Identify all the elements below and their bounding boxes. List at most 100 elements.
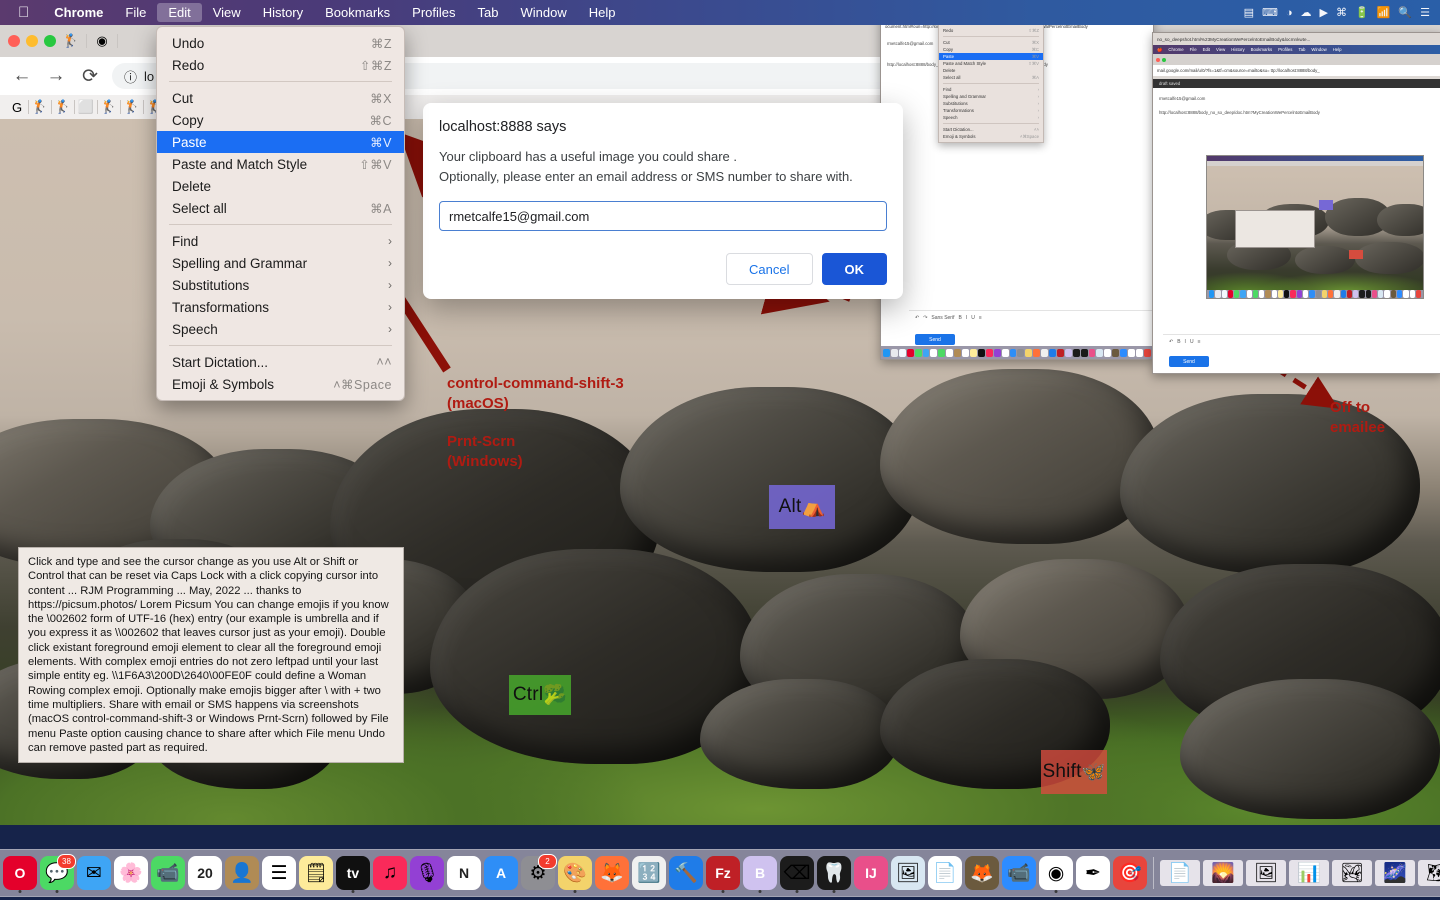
mini-dock-icon-25[interactable] [1080,348,1088,357]
dock-icon-screenshot-3[interactable]: 📊 [1289,860,1329,886]
cancel-button[interactable]: Cancel [726,253,813,285]
tab-favicon-1[interactable]: 🏌 [62,32,80,50]
dock-icon-zoom[interactable]: 📹 [1002,856,1036,890]
mini-dock-icon-1[interactable] [1215,290,1221,298]
mini-menu-item-paste[interactable]: Paste ⌘V [939,53,1043,60]
dock-icon-intellij[interactable]: IJ [854,856,888,890]
mini-dock-icon-12[interactable] [977,348,985,357]
mini-dock-icon-11[interactable] [1277,290,1284,298]
mini-menubar-item-file[interactable]: File [1190,47,1197,52]
dock-icon-podcasts[interactable]: 🎙 [410,856,444,890]
mini-dock-icon-7[interactable] [938,348,946,357]
mini-dock-icon-24[interactable] [1072,348,1080,357]
mini-dock-icon-31[interactable] [1128,348,1135,357]
menubar-status-icon-6[interactable]: 🔋 [1355,6,1369,19]
mini-menu-item-redo[interactable]: Redo ⇧⌘Z [939,27,1043,34]
mini-menu-item-emoji-symbols[interactable]: Emoji & Symbols ˄⌘Space [939,133,1043,140]
menubar-item-help[interactable]: Help [578,3,627,22]
mini-dock-icon-30[interactable] [1120,348,1128,357]
dock-icon-opera[interactable]: O [3,856,37,893]
mini-dock-icon-29[interactable] [1112,348,1120,357]
mini-dock-icon-31[interactable] [1403,290,1409,298]
pasted-screenshot-chrome-edit-menu[interactable]: 🍎ChromeFileEditViewHistoryBookmarksProfi… [880,0,1154,360]
mini-dock-icon-33[interactable] [1143,348,1151,357]
mini-menu-item-speech[interactable]: Speech › [939,114,1043,121]
mini-dock-icon-26[interactable] [1371,290,1378,298]
mini-dock-icon-33[interactable] [1415,290,1422,298]
maximize-window-button[interactable] [44,35,56,47]
mini-dock-icon-4[interactable] [1234,290,1240,298]
mini-menubar-item-view[interactable]: View [1216,47,1225,52]
dock-icon-news[interactable]: N [447,856,481,890]
menubar-item-edit[interactable]: Edit [157,3,202,22]
mini-dock-icon-24[interactable] [1359,290,1365,298]
back-arrow-icon[interactable]: ← [10,65,34,87]
mini-menu-item-select-all[interactable]: Select all ⌘A [939,74,1043,81]
mini-dock-icon-30[interactable] [1396,290,1403,298]
dock-icon-screenshot-1[interactable]: 🌄 [1203,860,1243,886]
mini-dock-icon-17[interactable] [1315,290,1321,298]
menubar-status-icon-9[interactable]: ☰ [1420,6,1430,19]
menubar-item-tab[interactable]: Tab [467,3,510,22]
dock-icon-calculator[interactable]: 🔢 [632,856,666,890]
mini-dock-icon-20[interactable] [1334,290,1340,298]
mini-dock-icon-2[interactable] [1221,290,1227,298]
edit-menu-item-find[interactable]: Find › [157,230,404,252]
mini-dock-icon-12[interactable] [1284,290,1290,298]
menubar-item-view[interactable]: View [202,3,252,22]
mini-menubar-item-profiles[interactable]: Profiles [1278,47,1292,52]
mini-send-button-a[interactable]: Send [915,334,955,345]
dock-icon-photos[interactable]: 🌸 [114,856,148,890]
dock-icon-bbedit[interactable]: B [743,856,777,893]
edit-menu-item-undo[interactable]: Undo ⌘Z [157,32,404,54]
mini-menu-item-start-dictation[interactable]: Start Dictation... ˄˄ [939,126,1043,133]
dock-icon-appstore[interactable]: A [484,856,518,890]
mini-dock-icon-3[interactable] [906,348,914,357]
mini-menu-item-paste-and-match-style[interactable]: Paste and Match Style ⇧⌘V [939,60,1043,67]
mini-dock-icon-10[interactable] [1271,290,1277,298]
bookmark-icon-5[interactable]: 🏌 [121,99,143,115]
mini-menu-item-spelling-and-grammar[interactable]: Spelling and Grammar › [939,93,1043,100]
mini-dock-icon-25[interactable] [1365,290,1371,298]
mini-dock-icon-23[interactable] [1064,348,1072,357]
dock-icon-gimp[interactable]: 🦊 [965,856,999,890]
mini-menubar-item-chrome[interactable]: Chrome [1168,47,1183,52]
mini-dock-icon-7[interactable] [1252,290,1259,298]
mini-dock-icon-5[interactable] [922,348,930,357]
mini-menu-item-cut[interactable]: Cut ⌘X [939,39,1043,46]
mini-dock-icon-8[interactable] [946,348,954,357]
menubar-status-icon-5[interactable]: ⌘ [1336,6,1347,19]
mini-dock-icon-0[interactable] [1209,290,1215,298]
bookmark-icon-0[interactable]: G [6,100,28,115]
mini-dock-icon-10[interactable] [962,348,969,357]
mini-dock-icon-27[interactable] [1096,348,1104,357]
apple-logo-icon[interactable]:  [0,5,43,20]
mini-dock-icon-28[interactable] [1384,290,1390,298]
dock-icon-music[interactable]: ♫ [373,856,407,890]
mini-dock-icon-0[interactable] [883,348,890,357]
mini-dock-icon-15[interactable] [1302,290,1309,298]
mini-dock-icon-23[interactable] [1353,290,1359,298]
dock-icon-libreoffice[interactable]: 📄 [928,856,962,890]
bookmark-icon-4[interactable]: 🏌 [98,99,120,115]
dock-icon-screenshot-4[interactable]: 🏞 [1332,860,1372,886]
dock-icon-screenshot-2[interactable]: 🖼 [1246,860,1286,886]
edit-menu-item-delete[interactable]: Delete [157,175,404,197]
dock-icon-screenshot-5[interactable]: 🌌 [1375,860,1415,886]
menubar-status-icon-8[interactable]: 🔍 [1398,6,1412,19]
mini-menubar-item-help[interactable]: Help [1333,47,1342,52]
dock-icon-screenshot-6[interactable]: 🗺 [1418,860,1440,886]
dock-icon-reminders[interactable]: ☰ [262,856,296,890]
mini-menubar-item-history[interactable]: History [1231,47,1244,52]
mini-dock-icon-13[interactable] [1290,290,1296,298]
mini-send-button-b[interactable]: Send [1169,356,1209,367]
mini-dock-icon-9[interactable] [954,348,962,357]
mini-dock-icon-1[interactable] [890,348,898,357]
mini-dock-icon-16[interactable] [1009,348,1017,357]
mini-dock-icon-18[interactable] [1025,348,1033,357]
menubar-status-icon-3[interactable]: ☁ [1301,6,1312,19]
mini-dock-icon-21[interactable] [1049,348,1056,357]
minimize-window-button[interactable] [26,35,38,47]
bookmark-icon-1[interactable]: 🏌 [29,99,51,115]
dock-icon-paint[interactable]: 🎨 [558,856,592,893]
